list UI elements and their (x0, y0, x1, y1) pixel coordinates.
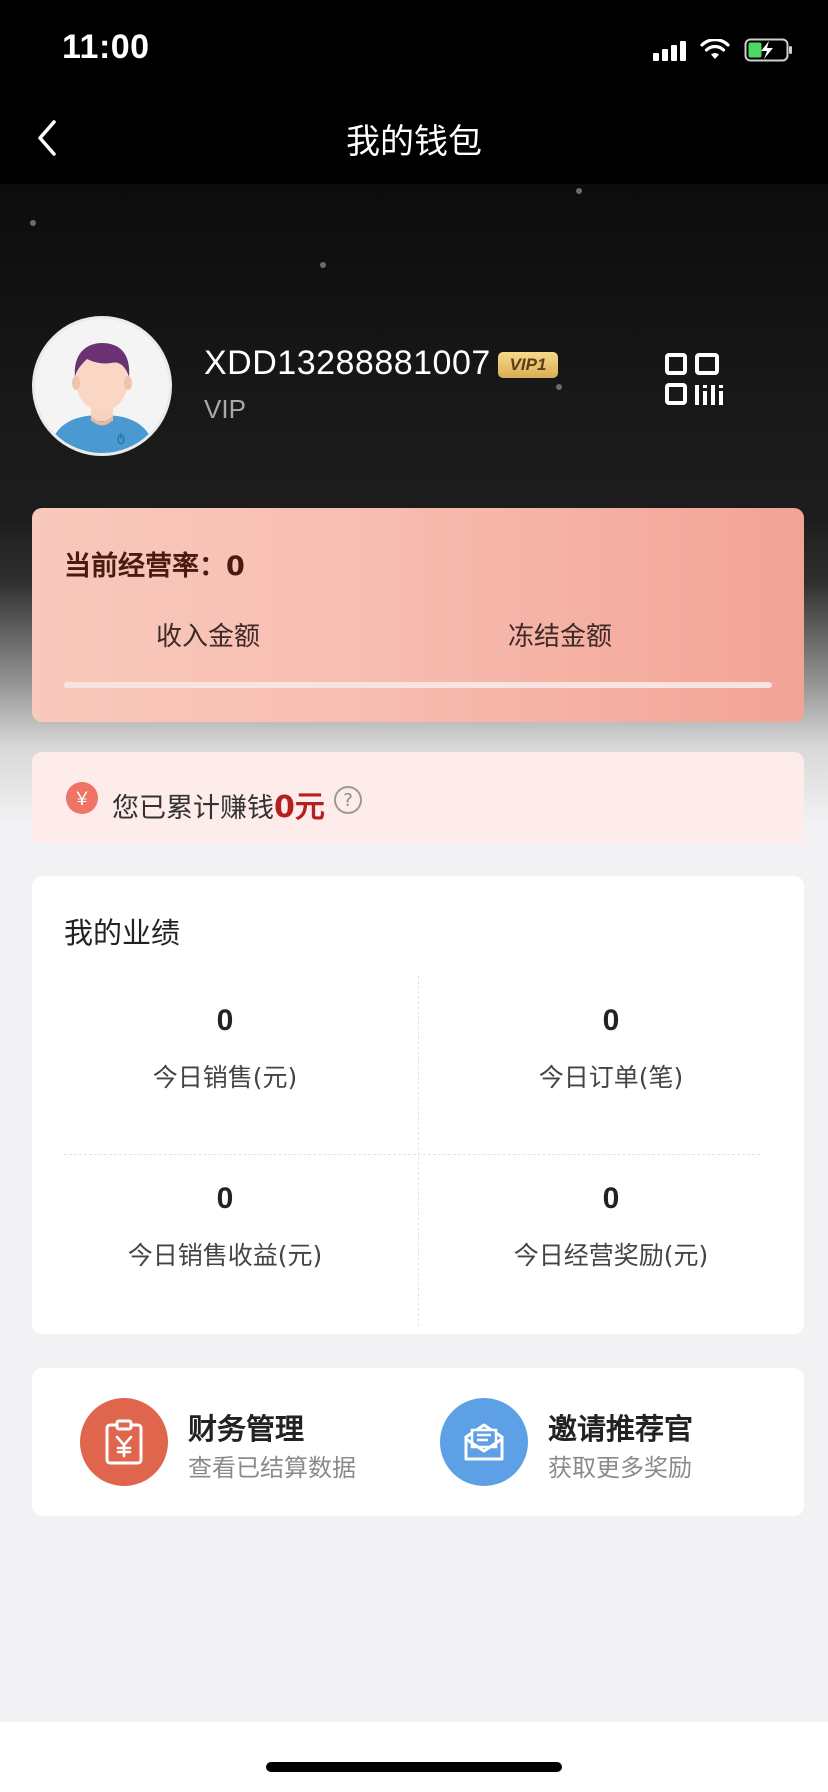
business-rate: 当前经营率：0 (64, 544, 245, 583)
username: XDD13288881007 (204, 344, 491, 382)
nav-bar: 我的钱包 (0, 92, 828, 184)
total-earned-label: 您已累计赚钱 (112, 793, 274, 824)
yen-icon: ￥ (66, 782, 98, 814)
income-amount-label[interactable]: 收入金额 (156, 616, 260, 653)
avatar[interactable]: ტ (32, 316, 172, 456)
shortcut-subtitle: 获取更多奖励 (548, 1454, 692, 1482)
hero-background (0, 184, 828, 824)
business-rate-value: 0 (226, 551, 245, 582)
status-bar: 11:00 (0, 0, 828, 92)
stat-label: 今日销售收益(元) (127, 1241, 323, 1270)
status-time: 11:00 (62, 28, 150, 66)
stat-label: 今日经营奖励(元) (513, 1241, 709, 1270)
envelope-icon (440, 1398, 528, 1486)
shortcut-title: 财务管理 (188, 1412, 305, 1446)
stat-value: 0 (216, 1182, 234, 1215)
frozen-amount-label[interactable]: 冻结金额 (508, 616, 612, 653)
total-earned-amount: 0元 (274, 790, 325, 825)
stat-today-orders[interactable]: 0 今日订单(笔) (418, 1004, 804, 1094)
home-bar-area (0, 1722, 828, 1792)
shortcuts-card: 财务管理 查看已结算数据 邀请推荐官 获取更多奖励 (32, 1368, 804, 1516)
page-title: 我的钱包 (346, 122, 482, 162)
svg-text:ტ: ტ (117, 430, 125, 444)
invite-recommender-button[interactable]: 邀请推荐官 获取更多奖励 (440, 1398, 770, 1486)
stat-value: 0 (602, 1004, 620, 1037)
battery-charging-icon (744, 38, 794, 62)
divider-horizontal (64, 1154, 760, 1155)
stat-value: 0 (216, 1004, 234, 1037)
question-circle-icon[interactable]: ? (334, 786, 362, 814)
finance-management-button[interactable]: 财务管理 查看已结算数据 (80, 1398, 410, 1486)
business-rate-label: 当前经营率： (64, 551, 226, 582)
signal-icon (653, 39, 686, 61)
home-indicator[interactable] (266, 1762, 562, 1772)
stat-value: 0 (602, 1182, 620, 1215)
wifi-icon (700, 39, 730, 61)
performance-card: 我的业绩 0 今日销售(元) 0 今日订单(笔) 0 今日销售收益(元) 0 今… (32, 876, 804, 1334)
qr-code-icon (665, 353, 723, 405)
stat-today-sales-profit[interactable]: 0 今日销售收益(元) (32, 1182, 418, 1272)
qr-code-button[interactable] (664, 352, 724, 408)
stat-label: 今日销售(元) (152, 1063, 298, 1092)
member-level: VIP (204, 394, 246, 424)
rate-progress-track (64, 682, 772, 688)
status-icons (653, 36, 794, 64)
shortcut-title: 邀请推荐官 (548, 1412, 694, 1446)
shortcut-subtitle: 查看已结算数据 (188, 1454, 356, 1482)
stat-today-business-reward[interactable]: 0 今日经营奖励(元) (418, 1182, 804, 1272)
stat-today-sales[interactable]: 0 今日销售(元) (32, 1004, 418, 1094)
stat-label: 今日订单(笔) (538, 1063, 684, 1092)
total-earned-text: 您已累计赚钱0元 (112, 782, 325, 826)
clipboard-yen-icon (80, 1398, 168, 1486)
business-rate-card: 当前经营率：0 收入金额 冻结金额 (32, 508, 804, 722)
total-earned-banner: ￥ 您已累计赚钱0元 ? (32, 752, 804, 844)
vip-level-badge: VIP1 (498, 352, 558, 378)
performance-title: 我的业绩 (64, 916, 181, 950)
user-avatar-icon: ტ (35, 319, 169, 453)
